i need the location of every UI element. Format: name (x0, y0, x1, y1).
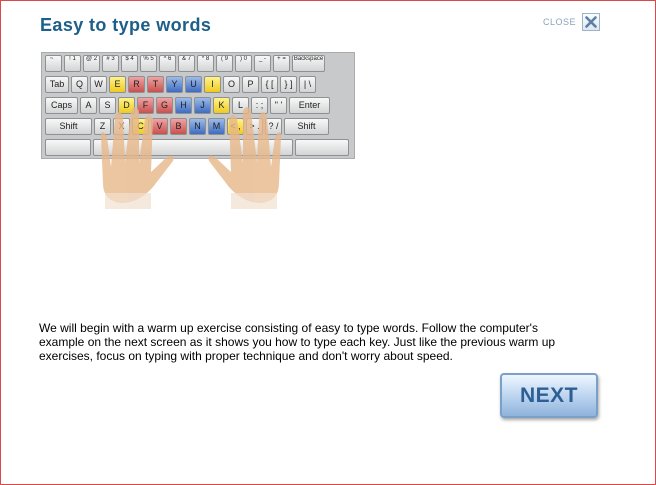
keyboard-key: > . (246, 118, 263, 135)
keyboard-key: W (90, 76, 107, 93)
close-icon[interactable] (582, 13, 601, 31)
keyboard-key: T (147, 76, 164, 93)
keyboard-key: ~ ` (45, 55, 62, 72)
keyboard-key: : ; (251, 97, 268, 114)
keyboard-key: Q (71, 76, 88, 93)
keyboard-key: K (213, 97, 230, 114)
keyboard-key: U (185, 76, 202, 93)
keyboard-key: | \ (299, 76, 316, 93)
keyboard-key: N (189, 118, 206, 135)
close-label: CLOSE (543, 17, 577, 27)
keyboard-key: % 5 (140, 55, 157, 72)
keyboard-key: Enter (289, 97, 330, 114)
keyboard-key: + = (273, 55, 290, 72)
keyboard-key: Caps (45, 97, 78, 114)
next-button[interactable]: NEXT (500, 373, 598, 418)
keyboard-key: ! 1 (64, 55, 81, 72)
keyboard-illustration: ~ `! 1 @ 2 # 3 $ 4% 5 ^ 6 & 7 * 8( 9) 0 _ - + = B… (41, 52, 355, 159)
keyboard-key: E (109, 76, 126, 93)
keyboard-key: # 3 (102, 55, 119, 72)
keyboard-key: H (175, 97, 192, 114)
keyboard-key: V (151, 118, 168, 135)
keyboard-key: @ 2 (83, 55, 100, 72)
keyboard-key: & 7 (178, 55, 195, 72)
keyboard-key: O (223, 76, 240, 93)
keyboard-key: " ' (270, 97, 287, 114)
keyboard-row-space (45, 139, 349, 156)
keyboard-row-top: Tab Q W E R T Y U I O P{ [} ] | \ (45, 76, 316, 93)
keyboard-key: < , (227, 118, 244, 135)
page-title: Easy to type words (40, 15, 212, 35)
keyboard-key: S (99, 97, 116, 114)
keyboard-key: Y (166, 76, 183, 93)
keyboard-row-numbers: ~ `! 1 @ 2 # 3 $ 4% 5 ^ 6 & 7 * 8( 9) 0 _ - + = B… (45, 55, 325, 72)
keyboard-key: R (128, 76, 145, 93)
keyboard-key: Tab (45, 76, 69, 93)
keyboard-key: Shift (45, 118, 92, 135)
close-button[interactable]: CLOSE (543, 13, 601, 31)
keyboard-key: Backspace (292, 55, 325, 72)
keyboard-key: D (118, 97, 135, 114)
keyboard-key: J (194, 97, 211, 114)
keyboard-key: I (204, 76, 221, 93)
keyboard-key: M (208, 118, 225, 135)
keyboard-key: B (170, 118, 187, 135)
keyboard-key: ^ 6 (159, 55, 176, 72)
keyboard-key: { [ (261, 76, 278, 93)
keyboard-key: C (132, 118, 149, 135)
spacebar-key (93, 139, 293, 156)
keyboard-key: ) 0 (235, 55, 252, 72)
keyboard-key: Z (94, 118, 111, 135)
lesson-panel: Easy to type words CLOSE ~ `! 1 @ 2 # 3 $ 4… (0, 0, 656, 485)
keyboard-key: } ] (280, 76, 297, 93)
keyboard-key (45, 139, 91, 156)
keyboard-key: ? / (265, 118, 282, 135)
keyboard-key: $ 4 (121, 55, 138, 72)
keyboard-key: _ - (254, 55, 271, 72)
keyboard-key: A (80, 97, 97, 114)
keyboard-key (295, 139, 349, 156)
keyboard-key: F (137, 97, 154, 114)
keyboard-key: X (113, 118, 130, 135)
keyboard-row-bottom: Shift Z X C V B N M < , > .? / Shift (45, 118, 329, 135)
instructions-text: We will begin with a warm up exercise co… (39, 321, 556, 363)
keyboard-key: Shift (284, 118, 329, 135)
keyboard-row-home: Caps A S D F G H J K L: ; " ' Enter (45, 97, 330, 114)
keyboard-key: P (242, 76, 259, 93)
keyboard-key: ( 9 (216, 55, 233, 72)
keyboard-key: G (156, 97, 173, 114)
keyboard-key: * 8 (197, 55, 214, 72)
keyboard-key: L (232, 97, 249, 114)
